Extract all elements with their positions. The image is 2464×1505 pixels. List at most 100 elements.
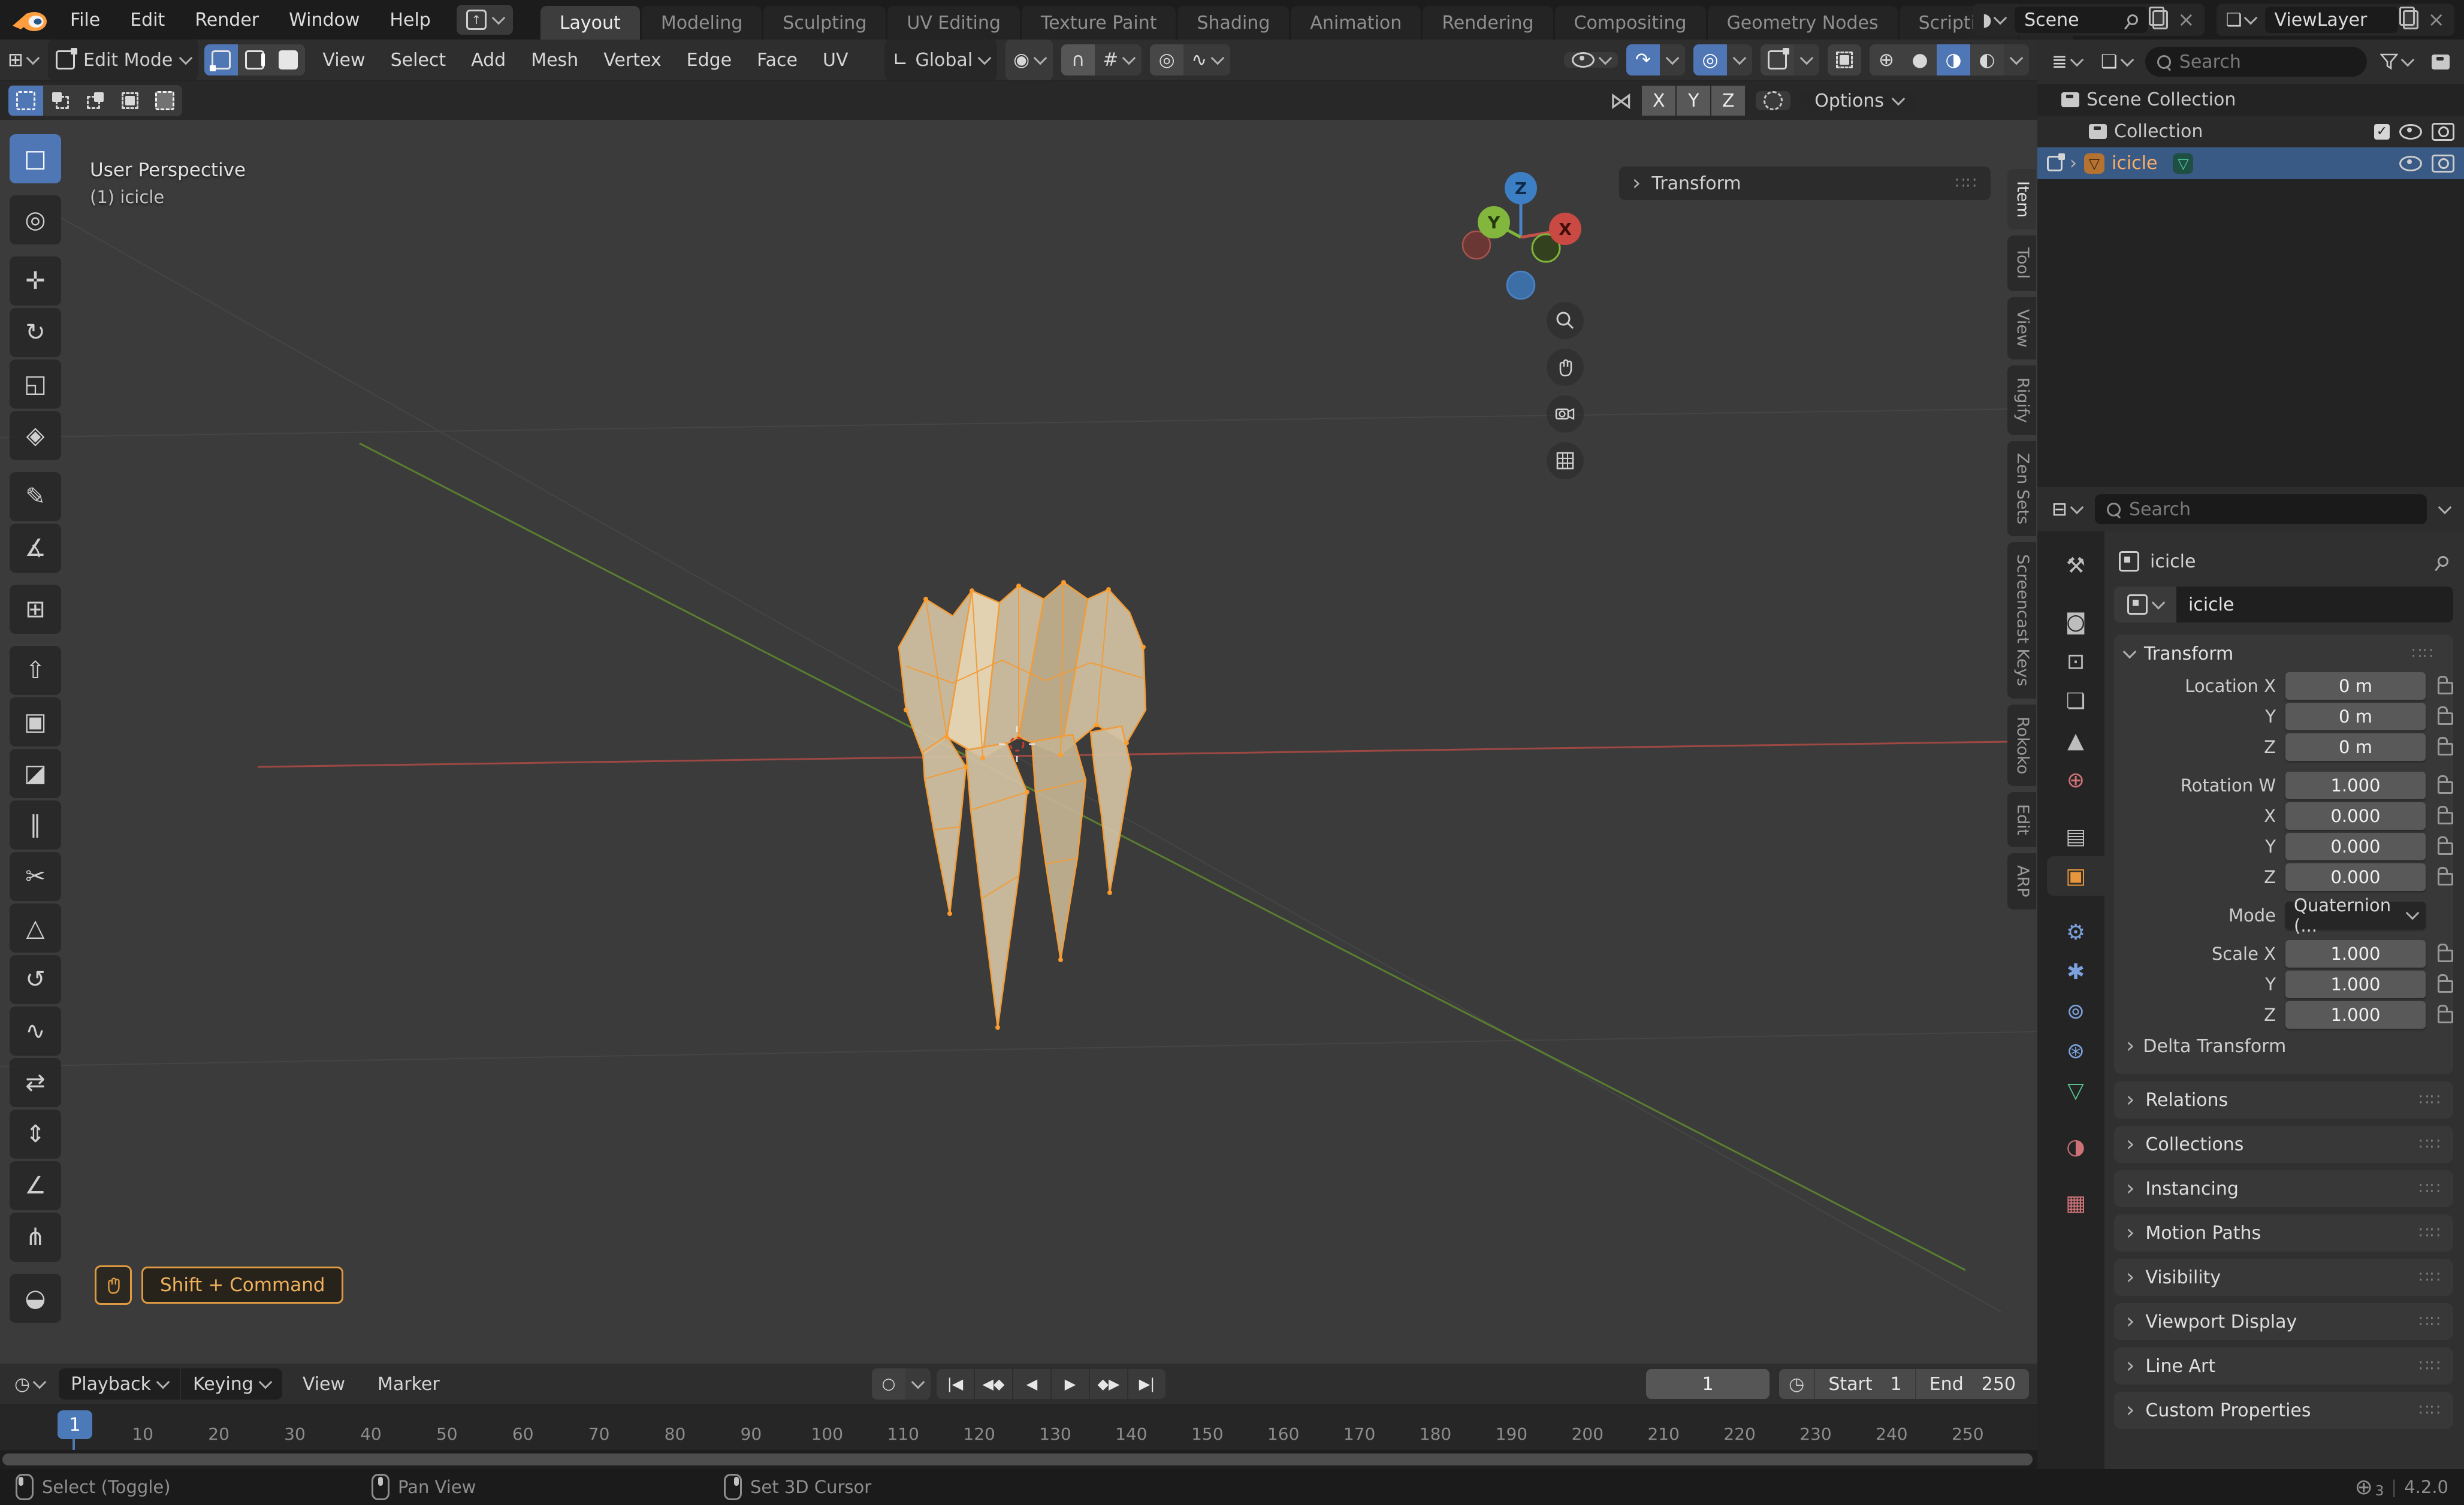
collection-tab[interactable]: ▤	[2047, 817, 2104, 856]
workspace-tab[interactable]: Geometry Nodes	[1707, 6, 1898, 40]
inset-faces-tool[interactable]: ▣	[10, 697, 61, 747]
snap-settings-dropdown[interactable]: #	[1095, 44, 1142, 75]
move-tool[interactable]: ✛	[10, 256, 61, 306]
options-dropdown[interactable]: Options	[1800, 90, 1918, 111]
keying-menu[interactable]: Keying	[180, 1368, 282, 1400]
proportional-edit-toggle[interactable]: ◎	[1150, 44, 1184, 75]
value-field[interactable]: 0 m	[2285, 702, 2426, 730]
workspace-tab[interactable]: Animation	[1291, 6, 1421, 40]
view-layer-tab[interactable]: ❏	[2047, 681, 2104, 721]
shrink-fatten-tool[interactable]: ⇕	[10, 1110, 61, 1159]
outliner-display-mode-button[interactable]: ❏	[2095, 46, 2138, 77]
knife-tool[interactable]: ✂	[10, 852, 61, 901]
workspace-tab[interactable]: UV Editing	[887, 6, 1020, 40]
prev-keyframe-button[interactable]: ◀◆	[975, 1369, 1013, 1399]
topbar-menu-item[interactable]: Window	[274, 10, 375, 31]
panel-grip-icon[interactable]: ∷∷	[2419, 1091, 2441, 1109]
value-field[interactable]: 0.000	[2285, 802, 2426, 830]
play-button[interactable]: ▶	[1052, 1369, 1090, 1399]
sidebar-tab[interactable]: Rokoko	[2007, 704, 2036, 787]
view-menu[interactable]: View	[291, 1368, 357, 1400]
viewport-menu-item[interactable]: View	[310, 50, 378, 71]
lock-icon[interactable]	[2438, 737, 2453, 755]
edge-slide-tool[interactable]: ⇄	[10, 1058, 61, 1107]
network-globe-icon[interactable]: ⊕	[2355, 1475, 2373, 1500]
select-box-tool[interactable]: □	[10, 134, 61, 183]
material-tab[interactable]: ◑	[2047, 1127, 2104, 1166]
panel-grip-icon[interactable]: ∷∷	[2412, 645, 2434, 663]
property-section-header[interactable]: › Instancing ∷∷	[2114, 1170, 2453, 1207]
outliner-row-collection[interactable]: Collection ✓	[2037, 116, 2464, 147]
object-id-dropdown[interactable]	[2114, 587, 2176, 622]
object-name-field[interactable]: icicle	[2176, 587, 2453, 622]
snap-base-button[interactable]	[1756, 91, 1791, 110]
sidebar-tab[interactable]: View	[2007, 297, 2036, 359]
custom-addon-tool[interactable]: ◒	[10, 1274, 61, 1323]
property-section-header[interactable]: › Visibility ∷∷	[2114, 1259, 2453, 1296]
autokey-dropdown[interactable]	[905, 1368, 931, 1400]
viewport-menu-item[interactable]: Face	[744, 50, 810, 71]
jump-to-end-button[interactable]: ▶|	[1128, 1369, 1165, 1399]
expand-arrow-icon[interactable]: ›	[2070, 154, 2077, 173]
blender-logo-icon[interactable]	[11, 5, 49, 34]
viewport-menu-item[interactable]: Edge	[674, 50, 745, 71]
shear-tool[interactable]: ∠	[10, 1161, 61, 1210]
workspace-tab[interactable]: Sculpting	[763, 6, 886, 40]
viewport-menu-item[interactable]: UV	[810, 50, 860, 71]
panel-grip-icon[interactable]: ∷∷	[2419, 1357, 2441, 1375]
panel-grip-icon[interactable]: ∷∷	[2419, 1313, 2441, 1331]
rotate-tool[interactable]: ↻	[10, 308, 61, 357]
lock-icon[interactable]	[2438, 974, 2453, 993]
pin-icon[interactable]	[2435, 554, 2451, 569]
panel-grip-icon[interactable]: ∷∷	[2419, 1401, 2441, 1419]
gizmo-dropdown[interactable]	[1660, 44, 1685, 75]
lock-icon[interactable]	[2438, 867, 2453, 886]
zoom-button[interactable]	[1547, 302, 1584, 339]
transform-tool[interactable]: ◈	[10, 411, 61, 460]
rendered-shading-button[interactable]: ◐	[1970, 44, 2004, 75]
workspace-tab[interactable]: Layout	[540, 6, 640, 40]
topbar-menu-item[interactable]: Help	[375, 10, 445, 31]
show-overlays-toggle[interactable]: ◎	[1693, 44, 1727, 75]
material-preview-shading-button[interactable]: ◑	[1937, 44, 1970, 75]
object-data-tab[interactable]: ▽	[2047, 1071, 2104, 1110]
lock-icon[interactable]	[2438, 806, 2453, 824]
workspace-tab[interactable]: Shading	[1177, 6, 1290, 40]
new-scene-icon[interactable]	[2149, 7, 2169, 29]
scrollbar-handle[interactable]	[2, 1453, 2033, 1465]
snap-toggle-button[interactable]: ∩	[1061, 44, 1095, 75]
modifiers-tab[interactable]: ⚙	[2047, 912, 2104, 952]
solid-shading-button[interactable]: ●	[1903, 44, 1937, 75]
sidebar-tab[interactable]: Screencast Keys	[2007, 542, 2036, 699]
edge-select-button[interactable]	[238, 44, 272, 75]
workspace-tab[interactable]: Rendering	[1423, 6, 1553, 40]
playhead-line[interactable]	[73, 1439, 75, 1450]
rip-region-tool[interactable]: ⋔	[10, 1213, 61, 1262]
properties-search-input[interactable]: Search	[2094, 494, 2427, 524]
value-field[interactable]: 1.000	[2285, 970, 2426, 998]
measure-tool[interactable]: ∡	[10, 524, 61, 573]
lock-icon[interactable]	[2438, 706, 2453, 725]
editmode-overlay-button[interactable]	[1761, 44, 1794, 75]
close-icon[interactable]: ×	[2423, 8, 2450, 32]
visibility-dropdown[interactable]	[1564, 52, 1618, 68]
poly-build-tool[interactable]: △	[10, 903, 61, 953]
next-keyframe-button[interactable]: ◆▶	[1090, 1369, 1128, 1399]
select-difference-button[interactable]	[113, 86, 147, 116]
viewport-menu-item[interactable]: Mesh	[518, 50, 591, 71]
auto-keying-toggle[interactable]: ○	[872, 1368, 905, 1400]
property-section-header[interactable]: › Collections ∷∷	[2114, 1126, 2453, 1163]
timeline-ruler[interactable]: 10 20 30 40 50 60 70 80 90 100 110 120 130 140 150 160 1…	[0, 1406, 2037, 1450]
camera-view-button[interactable]	[1547, 395, 1584, 433]
topbar-menu-item[interactable]: Render	[180, 10, 274, 31]
pivot-point-dropdown[interactable]: ◉	[1005, 40, 1053, 80]
play-reverse-button[interactable]: ◀	[1013, 1369, 1052, 1399]
viewlayer-selector[interactable]: ❏ ViewLayer ×	[2216, 4, 2454, 36]
3d-viewport[interactable]: ⊞ Edit Mode View Select Add Mesh Vertex Edge F…	[0, 40, 2037, 1364]
marker-menu[interactable]: Marker	[366, 1368, 452, 1400]
properties-editor-type-button[interactable]: ⊟	[2046, 494, 2088, 525]
select-subtract-button[interactable]	[78, 86, 113, 116]
lock-icon[interactable]	[2438, 676, 2453, 694]
face-select-button[interactable]	[271, 44, 306, 75]
lock-icon[interactable]	[2438, 836, 2453, 855]
